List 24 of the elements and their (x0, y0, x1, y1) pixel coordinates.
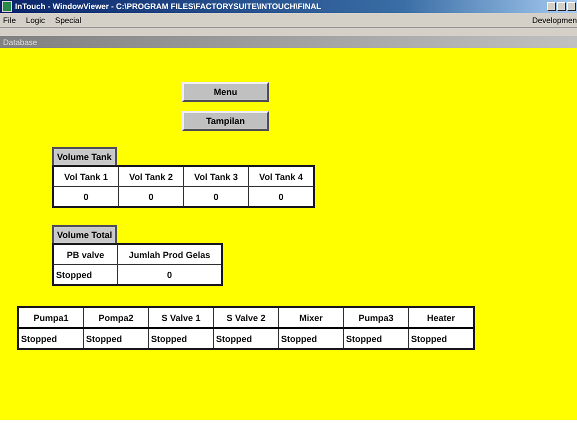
column-header: PB valve (53, 244, 118, 264)
table-cell: Stopped (53, 264, 118, 285)
column-header: Vol Tank 3 (184, 166, 248, 186)
table-cell: Stopped (278, 328, 344, 349)
column-header: Vol Tank 2 (118, 166, 184, 186)
table-cell: Stopped (18, 328, 84, 349)
inner-window-title: Database (0, 36, 577, 48)
menu-item[interactable]: File (3, 16, 16, 24)
table-cell: Stopped (148, 328, 214, 349)
minimize-icon[interactable] (547, 2, 556, 11)
menu-item[interactable]: Developmen (532, 16, 577, 24)
maximize-icon[interactable] (557, 2, 566, 11)
table-cell: Stopped (214, 328, 278, 349)
group-label: Volume Total (52, 225, 118, 243)
nav-button[interactable]: Tampilan (182, 111, 269, 131)
window-title: InTouch - WindowViewer - C:\PROGRAM FILES\FACTORYSUITE\INTOUCH\FINAL (15, 2, 322, 11)
group-label: Volume Tank (52, 147, 117, 165)
table-cell: Stopped (344, 328, 408, 349)
nav-button[interactable]: Menu (182, 82, 269, 102)
menu-item[interactable]: Logic (26, 16, 46, 24)
close-icon[interactable] (567, 2, 576, 11)
table-cell: Stopped (84, 328, 148, 349)
column-header: Vol Tank 1 (53, 166, 118, 186)
menu-item[interactable]: Special (55, 16, 82, 24)
